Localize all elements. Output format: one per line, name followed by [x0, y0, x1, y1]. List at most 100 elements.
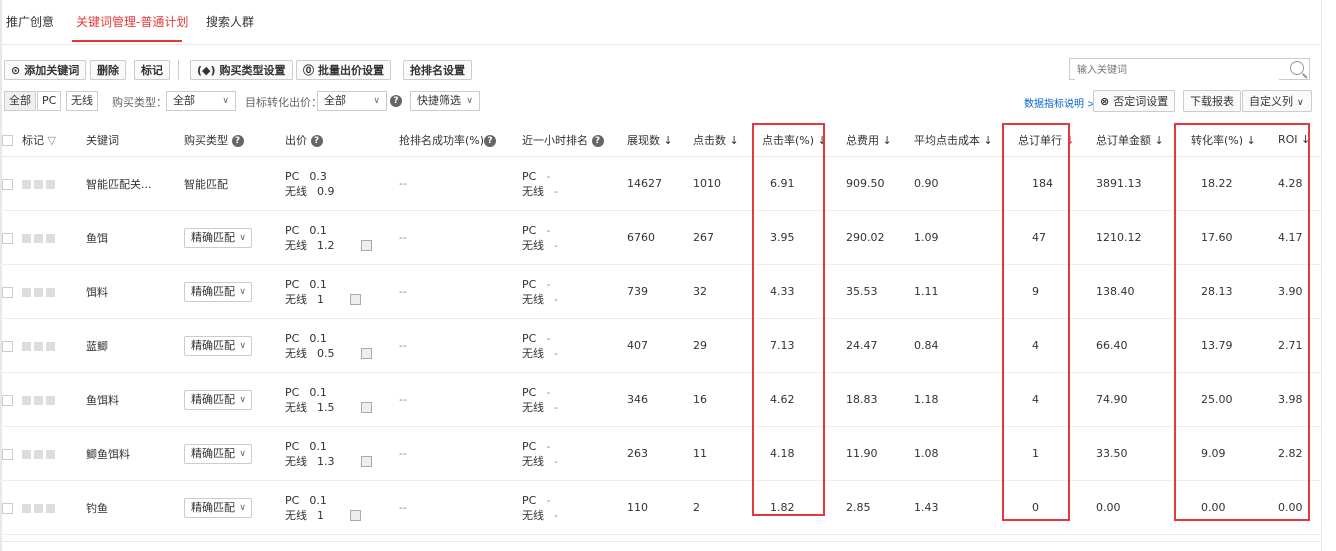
bid-cell[interactable]: PC 0.1 无线 1 — [285, 480, 399, 535]
delete-button[interactable]: 删除 — [90, 60, 126, 80]
metrics-help-link[interactable]: 数据指标说明 > — [1024, 95, 1096, 110]
tab-creative[interactable]: 推广创意 — [6, 13, 54, 30]
recent-rank-cell: PC - 无线 - — [522, 156, 627, 211]
bid-cell[interactable]: PC 0.1 无线 1.5 — [285, 372, 399, 427]
custom-columns-button[interactable]: 自定义列 ∨ — [1242, 90, 1312, 112]
select-all-checkbox[interactable] — [2, 134, 13, 146]
download-report-button[interactable]: 下载报表 — [1183, 90, 1241, 112]
match-type-select[interactable]: 精确匹配 ∨ — [184, 281, 252, 302]
help-icon[interactable]: ? — [484, 134, 497, 147]
tag-box-icon — [34, 179, 43, 189]
help-icon[interactable]: ? — [390, 94, 402, 107]
mark-tags[interactable] — [22, 426, 86, 481]
search-icon[interactable] — [1290, 61, 1304, 75]
keyword-search-box[interactable] — [1069, 58, 1310, 80]
match-type-select[interactable]: 精确匹配 ∨ — [184, 389, 252, 410]
filter-all[interactable]: 全部 — [4, 91, 36, 111]
calculator-icon[interactable] — [350, 294, 361, 305]
bid-cell[interactable]: PC 0.1 无线 1.3 — [285, 426, 399, 481]
col-total-cost-sort[interactable]: 总费用 ↓ — [846, 123, 914, 157]
impressions-cell: 407 — [627, 318, 693, 373]
rank-success-cell: -- — [399, 372, 522, 427]
bid-pc-value: 0.1 — [309, 331, 327, 345]
mark-tags[interactable] — [22, 156, 86, 211]
mark-tags[interactable] — [22, 372, 86, 427]
match-type-select[interactable]: 精确匹配 ∨ — [184, 335, 252, 356]
row-checkbox[interactable] — [2, 502, 13, 514]
add-keyword-button[interactable]: ⊙ 添加关键词 — [4, 60, 87, 80]
mark-tags[interactable] — [22, 264, 86, 319]
match-type-select[interactable]: 精确匹配 ∨ — [184, 443, 252, 464]
quick-filter-select[interactable]: 快捷筛选 ∨ — [410, 91, 480, 111]
active-tab-underline — [72, 40, 182, 42]
bottom-divider — [0, 541, 1322, 542]
match-type-value: 精确匹配 — [191, 338, 235, 352]
help-icon[interactable]: ? — [310, 134, 323, 147]
filter-pc[interactable]: PC — [37, 91, 62, 111]
bid-pc-value: 0.1 — [309, 277, 327, 291]
rank-success-cell: -- — [399, 426, 522, 481]
buy-type-select[interactable]: 全部 ∨ — [166, 91, 236, 111]
negative-words-button[interactable]: ⊗ 否定词设置 — [1093, 90, 1176, 112]
tag-box-icon — [22, 341, 31, 351]
calculator-icon[interactable] — [360, 348, 372, 359]
rank-pc-value: - — [546, 493, 551, 507]
col-impressions-sort[interactable]: 展现数 ↓ — [627, 123, 693, 157]
bid-cell[interactable]: PC 0.1 无线 1 — [285, 264, 399, 319]
row-checkbox[interactable] — [2, 340, 13, 352]
sort-down-icon: ↓ — [729, 133, 739, 147]
col-total-cost: 总费用 — [846, 133, 879, 147]
search-input[interactable] — [1075, 60, 1279, 80]
row-checkbox[interactable] — [2, 394, 13, 406]
col-avg-cpc: 平均点击成本 — [914, 133, 980, 147]
tag-box-icon — [34, 503, 43, 513]
rank-pc-label: PC — [522, 169, 537, 183]
mark-tags[interactable] — [22, 318, 86, 373]
rank-setting-button[interactable]: 抢排名设置 — [403, 60, 472, 80]
rank-pc-value: - — [546, 331, 551, 345]
match-type-value: 精确匹配 — [191, 392, 235, 406]
help-icon[interactable]: ? — [591, 134, 604, 147]
row-checkbox[interactable] — [2, 232, 13, 244]
bid-wireless-label: 无线 — [285, 346, 307, 360]
keyword-cell: 智能匹配关... — [86, 156, 184, 211]
tab-keyword-management[interactable]: 关键词管理-普通计划 — [76, 13, 188, 30]
recent-rank-cell: PC - 无线 - — [522, 372, 627, 427]
batch-bid-button[interactable]: ⓪ 批量出价设置 — [296, 60, 391, 80]
row-checkbox[interactable] — [2, 178, 13, 190]
bid-cell[interactable]: PC 0.3 无线 0.9 — [285, 156, 399, 211]
row-checkbox[interactable] — [2, 448, 13, 460]
total-cost-cell: 909.50 — [846, 156, 914, 211]
bid-pc-label: PC — [285, 223, 300, 237]
rank-success-cell: -- — [399, 264, 522, 319]
calculator-icon[interactable] — [360, 456, 372, 467]
bid-pc-label: PC — [285, 385, 300, 399]
mark-tags[interactable] — [22, 210, 86, 265]
mark-button[interactable]: 标记 — [134, 60, 170, 80]
rank-pc-value: - — [546, 277, 551, 291]
target-bid-select[interactable]: 全部 ∨ — [317, 91, 387, 111]
bid-wireless-label: 无线 — [285, 400, 307, 414]
tab-search-audience[interactable]: 搜索人群 — [206, 13, 254, 30]
bid-cell[interactable]: PC 0.1 无线 0.5 — [285, 318, 399, 373]
row-checkbox[interactable] — [2, 286, 13, 298]
tag-box-icon — [34, 233, 43, 243]
total-cost-cell: 290.02 — [846, 210, 914, 265]
match-type-select[interactable]: 精确匹配 ∨ — [184, 227, 252, 248]
mark-tags[interactable] — [22, 480, 86, 535]
bid-cell[interactable]: PC 0.1 无线 1.2 — [285, 210, 399, 265]
match-type-select[interactable]: 精确匹配 ∨ — [184, 497, 252, 518]
filter-wireless[interactable]: 无线 — [66, 91, 98, 111]
help-icon[interactable]: ? — [231, 134, 244, 147]
forbidden-icon: ⊗ — [1100, 95, 1110, 108]
table-row: 钓鱼 精确匹配 ∨ PC 0.1 无线 1 -- PC - 无线 - 110 2 1.82 2… — [0, 480, 1322, 535]
match-type-value: 精确匹配 — [191, 500, 235, 514]
calculator-icon[interactable] — [360, 402, 372, 413]
buy-type-setting-button[interactable]: (◆) 购买类型设置 — [190, 60, 293, 80]
rank-wireless-label: 无线 — [522, 238, 544, 252]
batch-bid-label: 批量出价设置 — [318, 64, 384, 77]
filter-icon[interactable]: ▽ — [48, 134, 56, 147]
calculator-icon[interactable] — [360, 240, 372, 251]
calculator-icon[interactable] — [350, 510, 361, 521]
col-order-amount: 总订单金额 — [1096, 133, 1151, 147]
